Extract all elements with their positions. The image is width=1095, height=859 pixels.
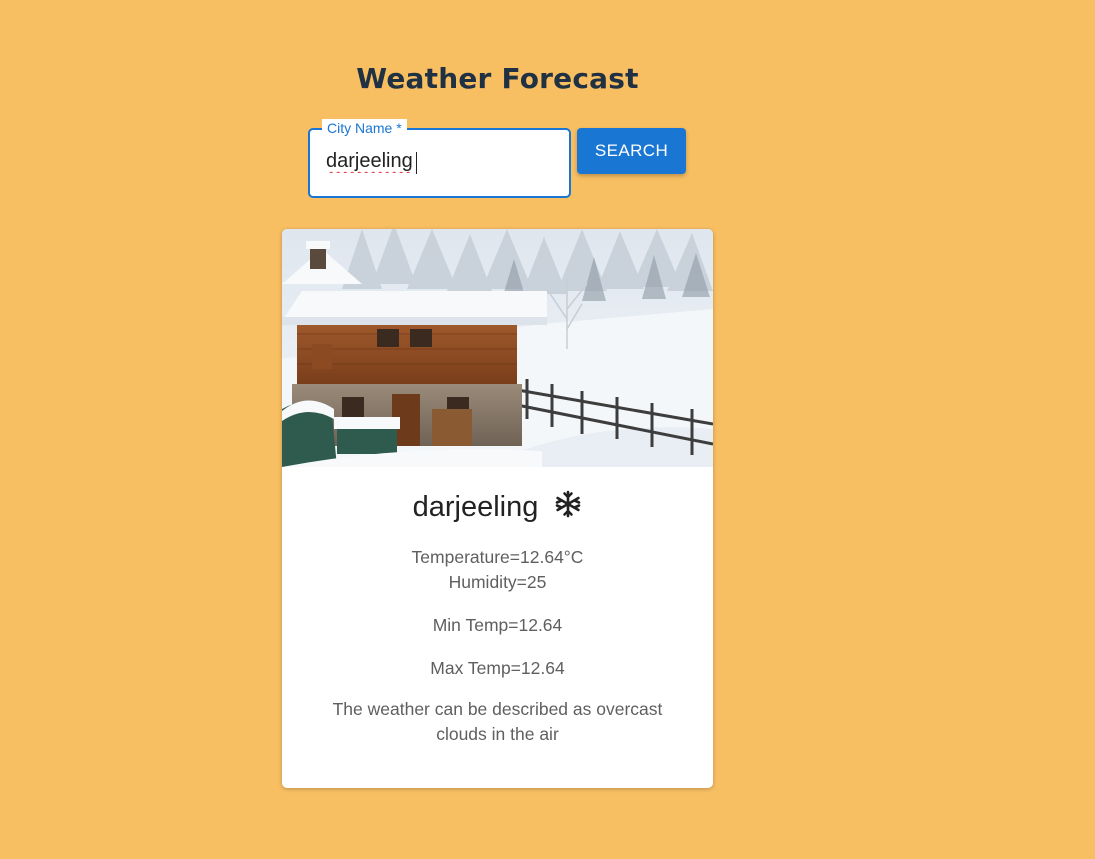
page-title: Weather Forecast [356,62,639,95]
temperature-text: Temperature=12.64°C [411,547,584,567]
min-temp-text: Min Temp=12.64 [432,615,563,635]
weather-details: darjeeling Temperature=12.64°C Humidity=… [282,467,713,747]
weather-description: The weather can be described as overcast… [332,699,663,744]
humidity-text: Humidity=25 [448,572,547,592]
city-name-input[interactable] [326,150,556,173]
city-name-field[interactable]: City Name * [308,119,571,198]
snowflake-icon [556,490,581,518]
max-temp-text: Max Temp=12.64 [430,658,565,678]
city-heading: darjeeling [282,487,713,527]
snowy-chalet-image [282,229,713,467]
city-name-label: City Name * [322,119,407,137]
weather-card: darjeeling Temperature=12.64°C Humidity=… [282,229,713,788]
search-button[interactable]: SEARCH [577,128,686,174]
text-caret [416,152,417,174]
city-name: darjeeling [412,490,539,523]
